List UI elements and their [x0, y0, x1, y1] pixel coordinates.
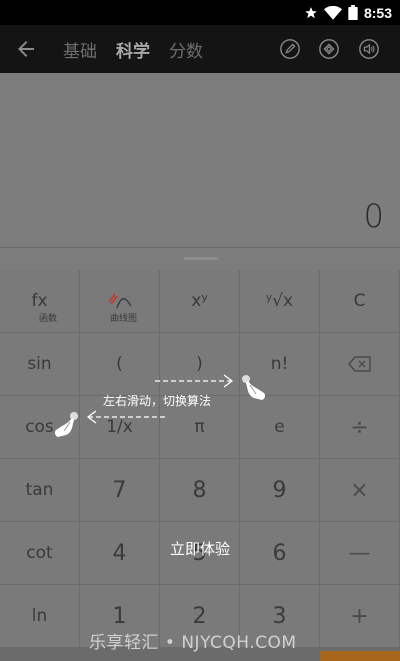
- swipe-hint-text: 左右滑动，切换算法: [103, 394, 212, 408]
- pointing-hand-icon-left: [54, 412, 78, 437]
- swipe-hint-graphic: [86, 374, 234, 424]
- accent-strip: [320, 651, 400, 661]
- pointing-hand-icon: [242, 375, 266, 400]
- try-now-button[interactable]: 立即体验: [170, 538, 230, 559]
- watermark: 乐享轻汇 • NJYCQH.COM: [89, 633, 297, 653]
